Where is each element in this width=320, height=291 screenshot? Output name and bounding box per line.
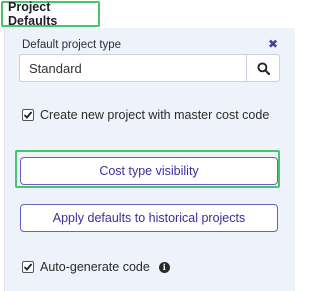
cost-type-visibility-label: Cost type visibility [99,164,199,178]
tab-project-defaults[interactable]: Project Defaults [1,0,100,28]
tab-label: Project Defaults [8,0,58,28]
close-icon[interactable]: ✖ [268,37,278,51]
auto-generate-checkbox[interactable] [22,261,34,273]
default-project-type-field [19,54,280,82]
master-cost-code-row: Create new project with master cost code [22,108,269,122]
apply-defaults-label: Apply defaults to historical projects [52,211,246,225]
auto-generate-row: Auto-generate code i [22,260,170,274]
default-project-type-input[interactable] [20,55,246,81]
cost-type-visibility-button[interactable]: Cost type visibility [20,157,278,185]
checkmark-icon [23,263,33,271]
apply-defaults-button[interactable]: Apply defaults to historical projects [20,204,278,232]
search-icon [256,61,270,75]
master-cost-code-label: Create new project with master cost code [40,108,270,122]
master-cost-code-checkbox[interactable] [22,109,34,121]
search-button[interactable] [246,55,279,81]
checkmark-icon [23,111,33,119]
info-icon[interactable]: i [158,261,170,273]
auto-generate-label: Auto-generate code [40,260,150,274]
default-project-type-label: Default project type [22,39,122,51]
